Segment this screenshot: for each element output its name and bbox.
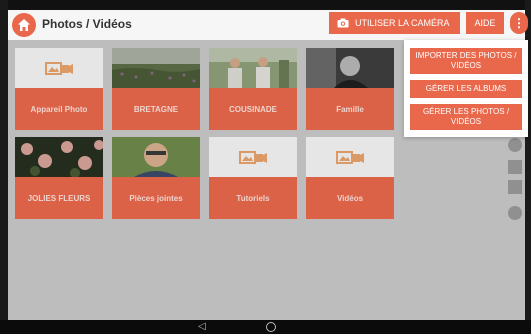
top-bar: Photos / Vidéos UTILISER LA CAMÉRA AIDE …: [8, 10, 528, 40]
menu-item-manage-albums[interactable]: GÉRER LES ALBUMS: [410, 80, 522, 98]
overflow-popup-menu: IMPORTER DES PHOTOS / VIDÉOS GÉRER LES A…: [404, 40, 528, 137]
side-control-dot[interactable]: [508, 138, 522, 152]
man-thumbnail: [112, 137, 200, 177]
menu-item-manage-photos[interactable]: GÉRER LES PHOTOS / VIDÉOS: [410, 104, 522, 130]
page-title: Photos / Vidéos: [42, 17, 132, 31]
album-thumbnail: [306, 137, 394, 177]
people-thumbnail: [209, 48, 297, 88]
side-control-square[interactable]: [508, 180, 522, 194]
system-nav-bar: ◁: [0, 320, 531, 334]
album-thumbnail: [15, 48, 103, 88]
back-icon[interactable]: ◁: [198, 321, 206, 332]
album-tile-videos[interactable]: Vidéos: [306, 137, 394, 219]
menu-item-import[interactable]: IMPORTER DES PHOTOS / VIDÉOS: [410, 48, 522, 74]
tablet-screen: Photos / Vidéos UTILISER LA CAMÉRA AIDE …: [0, 0, 531, 334]
album-label: Vidéos: [306, 177, 394, 219]
photo-video-placeholder-icon: [336, 151, 364, 164]
help-label: AIDE: [474, 18, 496, 28]
flowers-thumbnail: [15, 137, 103, 177]
album-tile-tutoriels[interactable]: Tutoriels: [209, 137, 297, 219]
photo-video-placeholder-icon: [239, 151, 267, 164]
album-label: JOLIES FLEURS: [15, 177, 103, 219]
album-tile-cousinade[interactable]: COUSINADE: [209, 48, 297, 130]
home-icon: [18, 19, 30, 31]
album-tile-pieces-jointes[interactable]: Pièces jointes: [112, 137, 200, 219]
album-tile-appareil-photo[interactable]: Appareil Photo: [15, 48, 103, 130]
album-tile-bretagne[interactable]: BRETAGNE: [112, 48, 200, 130]
album-label: COUSINADE: [209, 88, 297, 130]
album-label: Tutoriels: [209, 177, 297, 219]
side-control-dot[interactable]: [508, 206, 522, 220]
vertical-dots-icon: ⋮: [513, 16, 525, 30]
album-tile-famille[interactable]: Famille: [306, 48, 394, 130]
album-label: BRETAGNE: [112, 88, 200, 130]
album-label: Appareil Photo: [15, 88, 103, 130]
side-control-square[interactable]: [508, 160, 522, 174]
use-camera-button[interactable]: UTILISER LA CAMÉRA: [329, 12, 460, 34]
album-thumbnail: [209, 137, 297, 177]
use-camera-label: UTILISER LA CAMÉRA: [355, 18, 450, 28]
help-button[interactable]: AIDE: [466, 12, 504, 34]
album-label: Famille: [306, 88, 394, 130]
left-bezel: [0, 0, 8, 334]
meadow-thumbnail: [112, 48, 200, 88]
overflow-menu-button[interactable]: ⋮: [510, 12, 528, 34]
camera-icon: [337, 18, 349, 28]
portrait-thumbnail: [306, 48, 394, 88]
album-label: Pièces jointes: [112, 177, 200, 219]
photo-video-placeholder-icon: [45, 62, 73, 75]
album-tile-jolies-fleurs[interactable]: JOLIES FLEURS: [15, 137, 103, 219]
home-circle-icon[interactable]: [266, 322, 276, 332]
home-button[interactable]: [12, 13, 36, 37]
